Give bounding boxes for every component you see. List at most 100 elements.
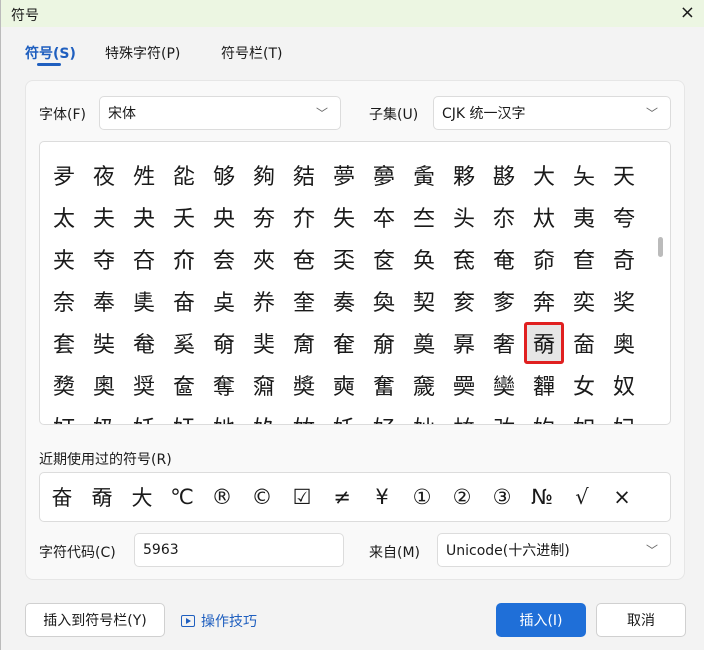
recent-symbol[interactable]: №	[522, 485, 562, 509]
character-cell[interactable]: 夯	[244, 196, 284, 238]
character-cell[interactable]: 奊	[124, 280, 164, 322]
character-cell[interactable]: 奻	[284, 406, 324, 424]
character-cell[interactable]: 大	[524, 154, 564, 196]
recent-symbol[interactable]: ②	[442, 485, 482, 509]
recent-symbol[interactable]: 大	[122, 482, 162, 512]
character-cell[interactable]: 夰	[284, 196, 324, 238]
character-cell[interactable]: 奭	[324, 364, 364, 406]
character-cell[interactable]: 夷	[564, 196, 604, 238]
character-cell[interactable]: 奣	[524, 322, 564, 364]
character-cell[interactable]: 奀	[324, 238, 364, 280]
character-cell[interactable]: 夽	[204, 238, 244, 280]
character-cell[interactable]: 奃	[444, 238, 484, 280]
char-code-input[interactable]: 5963	[134, 533, 344, 567]
character-cell[interactable]: 夶	[524, 196, 564, 238]
character-cell[interactable]: 夻	[124, 238, 164, 280]
character-cell[interactable]: 好	[364, 406, 404, 424]
character-cell[interactable]: 夡	[284, 154, 324, 196]
character-cell[interactable]: 奙	[124, 322, 164, 364]
character-cell[interactable]: 奌	[204, 280, 244, 322]
character-cell[interactable]: 奰	[444, 364, 484, 406]
character-cell[interactable]: 夾	[244, 238, 284, 280]
tips-link[interactable]: 操作技巧	[181, 611, 257, 631]
character-cell[interactable]: 夛	[44, 154, 84, 196]
character-cell[interactable]: 够	[204, 154, 244, 196]
character-cell[interactable]: 奧	[84, 364, 124, 406]
character-cell[interactable]: 奼	[324, 406, 364, 424]
character-cell[interactable]: 奁	[364, 238, 404, 280]
character-cell[interactable]: 夳	[404, 196, 444, 238]
character-cell[interactable]: 套	[44, 322, 84, 364]
character-cell[interactable]: 奠	[404, 322, 444, 364]
tab-symbols[interactable]: 符号(S)	[25, 43, 76, 63]
character-cell[interactable]: 奤	[564, 322, 604, 364]
character-cell[interactable]: 妃	[604, 406, 644, 424]
character-cell[interactable]: 天	[604, 154, 644, 196]
from-select[interactable]: Unicode(十六进制) ﹀	[437, 533, 671, 567]
character-cell[interactable]: 夢	[324, 154, 364, 196]
recent-symbol[interactable]: ®	[202, 485, 242, 509]
character-cell[interactable]: 奮	[364, 364, 404, 406]
subset-select[interactable]: CJK 统一汉字 ﹀	[433, 96, 671, 130]
character-cell[interactable]: 奛	[204, 322, 244, 364]
recent-symbol[interactable]: ×	[602, 485, 642, 509]
character-cell[interactable]: 失	[324, 196, 364, 238]
character-cell[interactable]: 奐	[364, 280, 404, 322]
scrollbar-thumb[interactable]	[658, 237, 663, 257]
character-cell[interactable]: 夥	[444, 154, 484, 196]
recent-symbol[interactable]: ☑	[282, 485, 322, 509]
recent-symbol[interactable]: 奋	[42, 482, 82, 512]
close-icon[interactable]: ×	[680, 2, 695, 23]
character-cell[interactable]: 奷	[124, 406, 164, 424]
character-cell[interactable]: 奎	[284, 280, 324, 322]
character-cell[interactable]: 奂	[404, 238, 444, 280]
character-cell[interactable]: 夫	[84, 196, 124, 238]
character-cell[interactable]: 奄	[484, 238, 524, 280]
character-cell[interactable]: 奅	[524, 238, 564, 280]
recent-symbol[interactable]: √	[562, 485, 602, 509]
character-cell[interactable]: 奨	[124, 364, 164, 406]
character-cell[interactable]: 奬	[284, 364, 324, 406]
character-cell[interactable]: 奓	[484, 280, 524, 322]
character-cell[interactable]: 她	[204, 406, 244, 424]
character-cell[interactable]: 妀	[484, 406, 524, 424]
character-cell[interactable]: 奏	[324, 280, 364, 322]
character-cell[interactable]: 奒	[444, 280, 484, 322]
recent-symbol[interactable]: ①	[402, 485, 442, 509]
character-cell[interactable]: 奆	[564, 238, 604, 280]
recent-symbol[interactable]: ℃	[162, 485, 202, 509]
character-cell[interactable]: 奘	[84, 322, 124, 364]
character-cell[interactable]: 夭	[164, 196, 204, 238]
character-cell[interactable]: 夣	[364, 154, 404, 196]
character-cell[interactable]: 奩	[164, 364, 204, 406]
character-cell[interactable]: 奝	[284, 322, 324, 364]
character-cell[interactable]: 夞	[164, 154, 204, 196]
character-cell[interactable]: 夠	[244, 154, 284, 196]
character-cell[interactable]: 如	[564, 406, 604, 424]
character-cell[interactable]: 奶	[84, 406, 124, 424]
character-cell[interactable]: 奫	[244, 364, 284, 406]
character-cell[interactable]: 奲	[524, 364, 564, 406]
add-to-symbol-bar-button[interactable]: 插入到符号栏(Y)	[25, 603, 165, 637]
character-cell[interactable]: 夼	[164, 238, 204, 280]
character-cell[interactable]: 夬	[124, 196, 164, 238]
character-cell[interactable]: 奋	[164, 280, 204, 322]
character-cell[interactable]: 奕	[564, 280, 604, 322]
character-cell[interactable]: 奯	[404, 364, 444, 406]
recent-symbol[interactable]: ¥	[362, 485, 402, 509]
character-cell[interactable]: 头	[444, 196, 484, 238]
character-cell[interactable]: 太	[44, 196, 84, 238]
character-cell[interactable]: 奞	[324, 322, 364, 364]
character-cell[interactable]: 夝	[124, 154, 164, 196]
character-cell[interactable]: 夨	[564, 154, 604, 196]
character-cell[interactable]: 奱	[484, 364, 524, 406]
character-cell[interactable]: 夤	[404, 154, 444, 196]
character-cell[interactable]: 奔	[524, 280, 564, 322]
character-cell[interactable]: 夜	[84, 154, 124, 196]
character-cell[interactable]: 奸	[164, 406, 204, 424]
character-cell[interactable]: 夵	[484, 196, 524, 238]
cancel-button[interactable]: 取消	[596, 603, 686, 637]
tab-symbol-bar[interactable]: 符号栏(T)	[221, 43, 282, 63]
character-cell[interactable]: 奉	[84, 280, 124, 322]
recent-symbol[interactable]: 奣	[82, 482, 122, 512]
